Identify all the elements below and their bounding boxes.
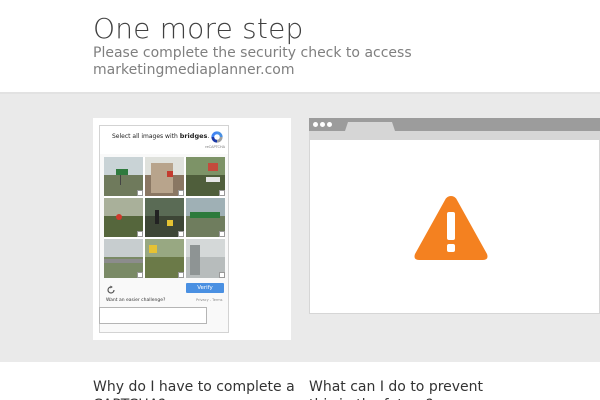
faq-left-heading: Why do I have to complete a CAPTCHA? bbox=[93, 379, 295, 400]
faq-left-column: Why do I have to complete a CAPTCHA? bbox=[93, 0, 298, 400]
faq-right-column: What can I do to prevent this in the fut… bbox=[309, 0, 509, 400]
page-header: One more step Please complete the securi… bbox=[0, 0, 600, 92]
faq-right-heading: What can I do to prevent this in the fut… bbox=[309, 379, 484, 400]
